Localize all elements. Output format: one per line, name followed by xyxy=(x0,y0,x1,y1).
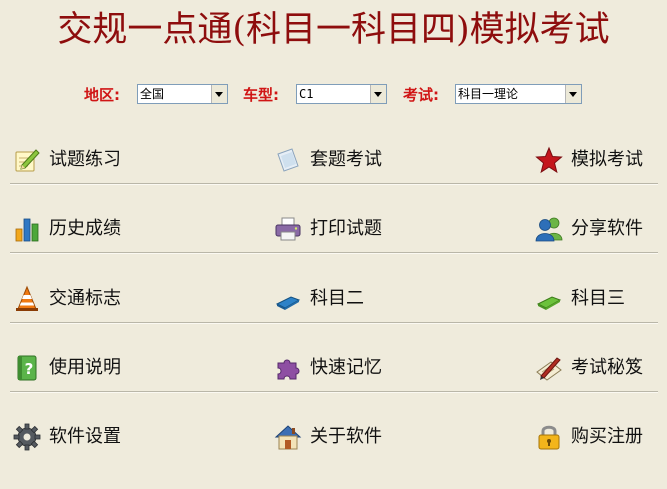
exam-tips-label: 考试秘笈 xyxy=(571,357,643,378)
puzzle-icon xyxy=(277,359,300,380)
exam-select-value: 科目一理论 xyxy=(458,87,519,101)
region-select[interactable]: 全国 xyxy=(137,84,228,104)
users-icon xyxy=(535,217,563,242)
green-eraser-icon xyxy=(536,296,562,310)
document-icon xyxy=(277,148,299,172)
lock-icon xyxy=(538,425,560,450)
vehicle-select[interactable]: C1 xyxy=(296,84,387,104)
vehicle-label: 车型: xyxy=(243,86,279,104)
divider xyxy=(10,322,658,324)
divider xyxy=(10,391,658,393)
share-label: 分享软件 xyxy=(571,218,643,239)
traffic-cone-icon xyxy=(16,285,38,311)
menu-row: 软件设置 关于软件 购买注册 xyxy=(0,420,667,489)
subject-three-label: 科目三 xyxy=(571,288,625,309)
gear-icon xyxy=(13,423,41,451)
about-label: 关于软件 xyxy=(310,426,382,447)
pencil-notepad-icon xyxy=(15,149,40,172)
set-exam-label: 套题考试 xyxy=(310,149,382,170)
app-title: 交规一点通(科目一科目四)模拟考试 xyxy=(57,10,610,50)
divider xyxy=(10,252,658,254)
menu-row: 试题练习 套题考试 模拟考试 xyxy=(0,143,667,212)
svg-text:?: ? xyxy=(25,360,34,378)
chevron-down-icon[interactable] xyxy=(211,85,227,103)
traffic-signs-label: 交通标志 xyxy=(49,288,121,309)
bar-chart-icon xyxy=(15,218,39,242)
exam-label: 考试: xyxy=(403,86,439,104)
region-label: 地区: xyxy=(84,86,120,104)
help-book-icon: ? xyxy=(17,355,37,381)
exam-select[interactable]: 科目一理论 xyxy=(455,84,582,104)
chevron-down-icon[interactable] xyxy=(370,85,386,103)
instructions-label: 使用说明 xyxy=(49,357,121,378)
blue-eraser-icon xyxy=(275,296,301,310)
filter-bar: 地区: 全国 车型: C1 考试: 科目一理论 xyxy=(0,84,667,108)
pen-note-icon xyxy=(536,357,562,381)
printer-icon xyxy=(275,217,301,241)
region-select-value: 全国 xyxy=(140,87,165,101)
practice-label: 试题练习 xyxy=(49,149,121,170)
register-label: 购买注册 xyxy=(571,426,643,447)
house-icon xyxy=(274,425,302,450)
mock-exam-label: 模拟考试 xyxy=(571,149,643,170)
settings-label: 软件设置 xyxy=(49,426,121,447)
menu-row: 历史成绩 打印试题 分享软件 xyxy=(0,212,667,281)
history-label: 历史成绩 xyxy=(49,218,121,239)
divider xyxy=(10,183,658,185)
quick-memory-label: 快速记忆 xyxy=(310,357,382,378)
vehicle-select-value: C1 xyxy=(299,87,314,101)
star-icon xyxy=(535,146,563,174)
subject-two-label: 科目二 xyxy=(310,288,364,309)
menu-row: ? 使用说明 快速记忆 考试秘笈 xyxy=(0,351,667,420)
print-label: 打印试题 xyxy=(310,218,382,239)
menu-row: 交通标志 科目二 科目三 xyxy=(0,282,667,351)
chevron-down-icon[interactable] xyxy=(565,85,581,103)
